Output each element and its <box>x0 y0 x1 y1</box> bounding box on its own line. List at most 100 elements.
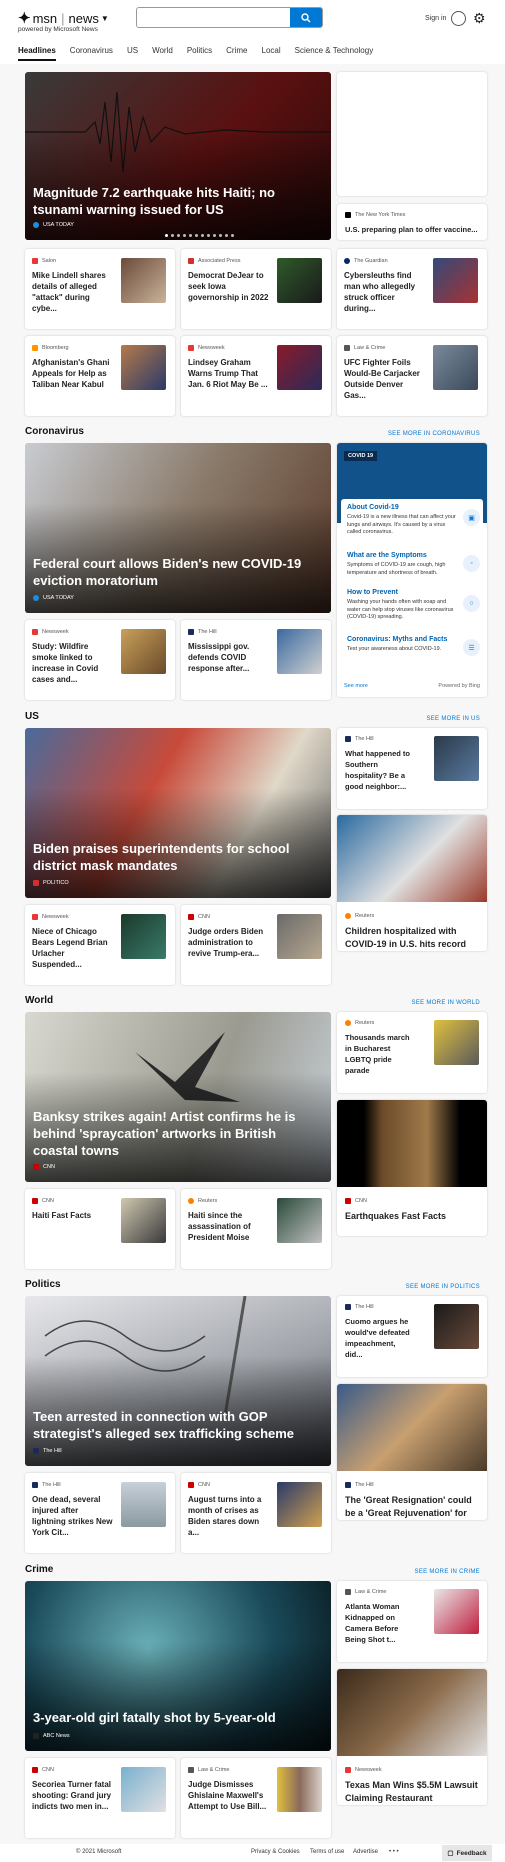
see-more-us-link[interactable]: SEE MORE IN US <box>426 716 480 722</box>
story-card[interactable]: CNN Secoriea Turner fatal shooting: Gran… <box>25 1758 175 1838</box>
story-image <box>337 1384 487 1471</box>
search-input[interactable] <box>137 8 292 27</box>
cnn-logo-icon <box>188 914 194 920</box>
terms-link[interactable]: Terms of use <box>310 1849 344 1855</box>
story-card[interactable]: The Guardian Cybersleuths find man who a… <box>337 249 487 329</box>
sign-in-link[interactable]: Sign in <box>425 15 446 22</box>
story-card[interactable]: Bloomberg Afghanistan's Ghani Appeals fo… <box>25 336 175 416</box>
the-hill-logo-icon <box>345 736 351 742</box>
more-menu-icon[interactable]: • • • <box>389 1849 399 1855</box>
story-thumbnail <box>434 1589 479 1634</box>
world-side-story[interactable]: Reuters Thousands march in Bucharest LGB… <box>337 1012 487 1093</box>
top-hero-story[interactable]: Magnitude 7.2 earthquake hits Haiti; no … <box>25 72 331 240</box>
story-card[interactable]: Newsweek Study: Wildfire smoke linked to… <box>25 620 175 700</box>
story-thumbnail <box>277 629 322 674</box>
nav-science-technology[interactable]: Science & Technology <box>295 46 374 61</box>
crime-hero-story[interactable]: 3-year-old girl fatally shot by 5-year-o… <box>25 1581 331 1751</box>
the-hill-logo-icon <box>188 629 194 635</box>
see-more-world-link[interactable]: SEE MORE IN WORLD <box>412 1000 480 1006</box>
section-heading-us: US <box>25 711 39 722</box>
covid-item-symptoms[interactable]: What are the Symptoms Symptoms of COVID-… <box>347 552 459 577</box>
story-thumbnail <box>121 345 166 390</box>
story-thumbnail <box>277 258 322 303</box>
nav-crime[interactable]: Crime <box>226 46 247 61</box>
page-footer: © 2021 Microsoft Privacy & Cookies Terms… <box>0 1844 505 1862</box>
covid-see-more-link[interactable]: See more <box>344 683 368 689</box>
product-name[interactable]: news <box>69 11 99 26</box>
see-more-coronavirus-link[interactable]: SEE MORE IN CORONAVIRUS <box>388 431 480 437</box>
story-card[interactable]: Associated Press Democrat DeJear to seek… <box>181 249 331 329</box>
story-thumbnail <box>434 1020 479 1065</box>
chevron-down-icon[interactable]: ▼ <box>101 14 109 23</box>
nyt-logo-icon <box>345 212 351 218</box>
carousel-dots[interactable] <box>165 234 237 237</box>
nav-world[interactable]: World <box>152 46 173 61</box>
story-card[interactable]: Salon Mike Lindell shares details of all… <box>25 249 175 329</box>
cnn-logo-icon <box>32 1198 38 1204</box>
story-card[interactable]: Newsweek Niece of Chicago Bears Legend B… <box>25 905 175 985</box>
newsweek-logo-icon <box>32 629 38 635</box>
the-hill-logo-icon <box>32 1482 38 1488</box>
story-card[interactable]: Newsweek Lindsey Graham Warns Trump That… <box>181 336 331 416</box>
politics-hero-story[interactable]: Teen arrested in connection with GOP str… <box>25 1296 331 1466</box>
story-card[interactable]: CNN August turns into a month of crises … <box>181 1473 331 1553</box>
nav-local[interactable]: Local <box>262 46 281 61</box>
cnn-logo-icon <box>32 1767 38 1773</box>
abc-news-logo-icon <box>33 1733 39 1739</box>
story-card[interactable]: Law & Crime Judge Dismisses Ghislaine Ma… <box>181 1758 331 1838</box>
advertise-link[interactable]: Advertise <box>353 1849 378 1855</box>
feedback-button[interactable]: ▢ Feedback <box>442 1845 492 1861</box>
section-heading-politics: Politics <box>25 1279 61 1290</box>
gear-icon[interactable]: ⚙ <box>473 11 486 25</box>
story-thumbnail <box>277 345 322 390</box>
story-card[interactable]: CNN Judge orders Biden administration to… <box>181 905 331 985</box>
covid-item-about[interactable]: About Covid-19 Covid-19 is a new illness… <box>347 504 459 537</box>
reuters-logo-icon <box>345 1020 351 1026</box>
top-side-story[interactable]: The New York Times U.S. preparing plan t… <box>337 204 487 240</box>
politics-side-story[interactable]: The Hill Cuomo argues he would've defeat… <box>337 1296 487 1377</box>
covid-item-myths[interactable]: Coronavirus: Myths and Facts Test your a… <box>347 636 459 654</box>
top-side-blank-card <box>337 72 487 196</box>
us-side-big-story[interactable]: Reuters Children hospitalized with COVID… <box>337 815 487 951</box>
story-card[interactable]: Law & Crime UFC Fighter Foils Would-Be C… <box>337 336 487 416</box>
nav-headlines[interactable]: Headlines <box>18 46 56 61</box>
story-thumbnail <box>434 1304 479 1349</box>
nav-us[interactable]: US <box>127 46 138 61</box>
powered-by: powered by Microsoft News <box>18 26 98 33</box>
ap-logo-icon <box>188 258 194 264</box>
section-heading-coronavirus: Coronavirus <box>25 426 84 437</box>
avatar-icon[interactable] <box>451 11 466 26</box>
search-box <box>136 7 323 28</box>
feedback-icon: ▢ <box>447 1850 454 1857</box>
the-hill-logo-icon <box>33 1448 39 1454</box>
nav-politics[interactable]: Politics <box>187 46 212 61</box>
search-button[interactable] <box>290 8 322 27</box>
covid-item-prevent[interactable]: How to Prevent Washing your hands often … <box>347 589 459 622</box>
world-hero-story[interactable]: Banksy strikes again! Artist confirms he… <box>25 1012 331 1182</box>
world-side-big-story[interactable]: CNN Earthquakes Fast Facts <box>337 1100 487 1236</box>
story-thumbnail <box>433 258 478 303</box>
msn-logo[interactable]: ✦ msn | news ▼ <box>18 9 109 27</box>
story-card[interactable]: The Hill One dead, several injured after… <box>25 1473 175 1553</box>
politics-side-big-story[interactable]: The Hill The 'Great Resignation' could b… <box>337 1384 487 1520</box>
story-card[interactable]: The Hill Mississippi gov. defends COVID … <box>181 620 331 700</box>
top-header: ✦ msn | news ▼ powered by Microsoft News… <box>0 0 505 64</box>
hero-title[interactable]: Magnitude 7.2 earthquake hits Haiti; no … <box>33 184 319 218</box>
story-image <box>337 815 487 902</box>
privacy-link[interactable]: Privacy & Cookies <box>251 1849 300 1855</box>
story-card[interactable]: CNN Haiti Fast Facts <box>25 1189 175 1269</box>
us-side-story[interactable]: The Hill What happened to Southern hospi… <box>337 728 487 809</box>
see-more-politics-link[interactable]: SEE MORE IN POLITICS <box>406 1284 480 1290</box>
coronavirus-hero-story[interactable]: Federal court allows Biden's new COVID-1… <box>25 443 331 613</box>
us-hero-story[interactable]: Biden praises superintendents for school… <box>25 728 331 898</box>
see-more-crime-link[interactable]: SEE MORE IN CRIME <box>415 1569 480 1575</box>
story-image <box>337 1100 487 1187</box>
story-thumbnail <box>433 345 478 390</box>
story-image <box>337 1669 487 1756</box>
nav-coronavirus[interactable]: Coronavirus <box>70 46 113 61</box>
usa-today-logo-icon <box>33 222 39 228</box>
crime-side-story[interactable]: Law & Crime Atlanta Woman Kidnapped on C… <box>337 1581 487 1662</box>
crime-side-big-story[interactable]: Newsweek Texas Man Wins $5.5M Lawsuit Cl… <box>337 1669 487 1805</box>
story-card[interactable]: Reuters Haiti since the assassination of… <box>181 1189 331 1269</box>
salon-logo-icon <box>32 258 38 264</box>
